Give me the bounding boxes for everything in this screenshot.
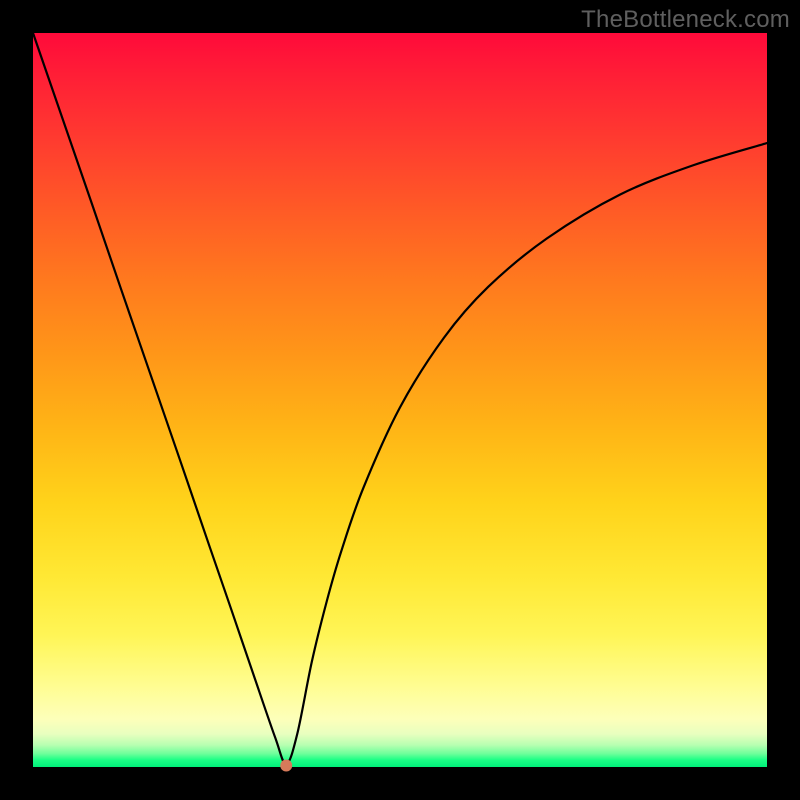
curve-svg	[33, 33, 767, 767]
bottleneck-curve	[33, 33, 767, 764]
min-point-marker	[280, 760, 292, 772]
attribution-text: TheBottleneck.com	[581, 6, 790, 34]
chart-frame: TheBottleneck.com	[0, 0, 800, 800]
plot-area	[33, 33, 767, 767]
